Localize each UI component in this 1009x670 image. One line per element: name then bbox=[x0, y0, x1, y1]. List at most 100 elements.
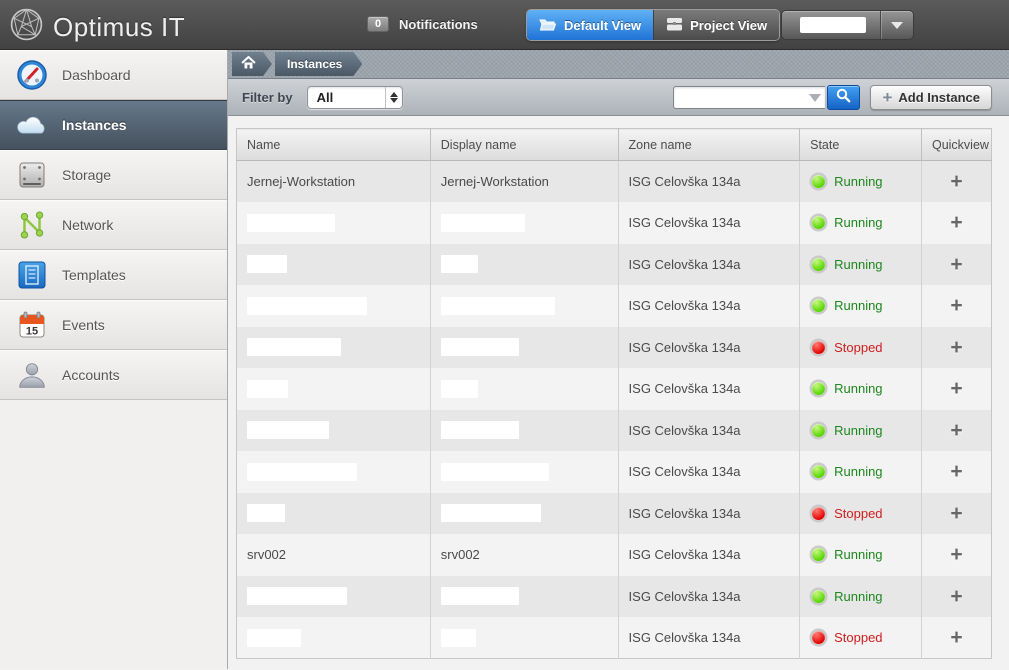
redacted-text bbox=[247, 504, 285, 522]
redacted-text bbox=[247, 297, 367, 315]
table-row[interactable]: ISG Celovška 134aRunning+ bbox=[237, 368, 992, 410]
chevron-down-icon[interactable] bbox=[891, 22, 903, 29]
dashboard-gauge-icon bbox=[14, 57, 50, 93]
quickview-button[interactable]: + bbox=[950, 295, 962, 316]
sidebar-item-dashboard[interactable]: Dashboard bbox=[0, 50, 227, 100]
quickview-cell: + bbox=[921, 368, 991, 410]
add-instance-button[interactable]: + Add Instance bbox=[870, 85, 992, 110]
sidebar-item-network[interactable]: Network bbox=[0, 200, 227, 250]
search-button[interactable] bbox=[827, 85, 860, 110]
state-cell: Running bbox=[800, 244, 922, 286]
state-label: Stopped bbox=[834, 340, 882, 355]
quickview-button[interactable]: + bbox=[950, 171, 962, 192]
tab-default-view[interactable]: Default View bbox=[527, 10, 653, 40]
quickview-cell: + bbox=[921, 327, 991, 369]
quickview-button[interactable]: + bbox=[950, 627, 962, 648]
quickview-cell: + bbox=[921, 244, 991, 286]
sidebar-item-accounts[interactable]: Accounts bbox=[0, 350, 227, 400]
quickview-button[interactable]: + bbox=[950, 378, 962, 399]
sidebar-item-storage[interactable]: Storage bbox=[0, 150, 227, 200]
quickview-button[interactable]: + bbox=[950, 461, 962, 482]
table-row[interactable]: ISG Celovška 134a Running + bbox=[237, 410, 992, 452]
table-row[interactable]: ISG Celovška 134aRunning+ bbox=[237, 451, 992, 493]
filter-select[interactable]: All bbox=[307, 86, 403, 109]
search-dropdown-icon[interactable] bbox=[809, 94, 821, 102]
display-name-cell: srv002 bbox=[430, 534, 618, 576]
sidebar-item-label: Network bbox=[62, 217, 113, 233]
state-dot-icon bbox=[812, 299, 825, 312]
search-input[interactable] bbox=[673, 86, 825, 109]
column-header-state[interactable]: State bbox=[800, 129, 922, 161]
table-row[interactable]: ISG Celovška 134a Running + bbox=[237, 576, 992, 618]
app-title: Optimus IT bbox=[53, 12, 185, 43]
table-row[interactable]: Jernej-WorkstationJernej-WorkstationISG … bbox=[237, 161, 992, 203]
sidebar-item-templates[interactable]: Templates bbox=[0, 250, 227, 300]
column-header-zone-name[interactable]: Zone name bbox=[618, 129, 800, 161]
display-name-cell bbox=[430, 493, 618, 535]
notifications-count-badge[interactable]: 0 bbox=[367, 16, 389, 32]
quickview-button[interactable]: + bbox=[950, 337, 962, 358]
quickview-button[interactable]: + bbox=[950, 212, 962, 233]
quickview-button[interactable]: + bbox=[950, 503, 962, 524]
person-icon bbox=[14, 357, 50, 393]
breadcrumb-item-instances[interactable]: Instances bbox=[275, 52, 362, 76]
table-row[interactable]: srv002srv002ISG Celovška 134aRunning+ bbox=[237, 534, 992, 576]
quickview-button[interactable]: + bbox=[950, 586, 962, 607]
search-box bbox=[673, 86, 821, 109]
table-row[interactable]: ISG Celovška 134aRunning+ bbox=[237, 202, 992, 244]
state-dot-icon bbox=[812, 590, 825, 603]
quickview-button[interactable]: + bbox=[950, 544, 962, 565]
user-menu-button[interactable] bbox=[781, 10, 914, 40]
state-cell: Running bbox=[800, 161, 922, 203]
redacted-text bbox=[441, 629, 476, 647]
column-header-display-name[interactable]: Display name bbox=[430, 129, 618, 161]
redacted-text bbox=[441, 421, 519, 439]
state-label: Running bbox=[834, 547, 882, 562]
sidebar-item-instances[interactable]: Instances bbox=[0, 100, 227, 150]
tab-project-view[interactable]: Project View bbox=[653, 10, 779, 40]
name-cell bbox=[237, 410, 431, 452]
table-row[interactable]: ISG Celovška 134aRunning+ bbox=[237, 285, 992, 327]
breadcrumb-home[interactable] bbox=[232, 52, 272, 76]
display-name-cell bbox=[430, 285, 618, 327]
quickview-cell: + bbox=[921, 493, 991, 535]
zone-cell: ISG Celovška 134a bbox=[618, 327, 800, 369]
zone-cell: ISG Celovška 134a bbox=[618, 410, 800, 452]
state-dot-icon bbox=[812, 424, 825, 437]
state-dot-icon bbox=[812, 465, 825, 478]
zone-cell: ISG Celovška 134a bbox=[618, 202, 800, 244]
display-name-cell bbox=[430, 244, 618, 286]
zone-cell: ISG Celovška 134a bbox=[618, 576, 800, 618]
state-dot-icon bbox=[812, 382, 825, 395]
breadcrumb: Instances bbox=[228, 50, 1009, 79]
quickview-button[interactable]: + bbox=[950, 420, 962, 441]
state-dot-icon bbox=[812, 258, 825, 271]
notifications-label: Notifications bbox=[399, 17, 478, 32]
zone-cell: ISG Celovška 134a bbox=[618, 244, 800, 286]
table-row[interactable]: ISG Celovška 134aStopped+ bbox=[237, 617, 992, 659]
name-cell bbox=[237, 368, 431, 410]
state-cell: Running bbox=[800, 534, 922, 576]
sidebar-item-label: Instances bbox=[62, 117, 127, 133]
state-label: Stopped bbox=[834, 630, 882, 645]
table-row[interactable]: ISG Celovška 134a Stopped + bbox=[237, 327, 992, 369]
user-name-redacted bbox=[800, 17, 866, 33]
main-panel: Instances Filter by All bbox=[228, 50, 1009, 669]
state-label: Running bbox=[834, 589, 882, 604]
network-nodes-icon bbox=[14, 207, 50, 243]
table-row[interactable]: ISG Celovška 134aRunning + bbox=[237, 244, 992, 286]
quickview-cell: + bbox=[921, 202, 991, 244]
display-name-cell: Jernej-Workstation bbox=[430, 161, 618, 203]
sidebar-item-events[interactable]: 15 Events bbox=[0, 300, 227, 350]
sidebar: Dashboard Instances bbox=[0, 50, 228, 669]
quickview-button[interactable]: + bbox=[950, 254, 962, 275]
calendar-icon: 15 bbox=[14, 307, 50, 343]
notifications[interactable]: 0 Notifications bbox=[367, 16, 478, 32]
state-label: Running bbox=[834, 423, 882, 438]
sidebar-item-label: Events bbox=[62, 317, 105, 333]
display-name-cell bbox=[430, 576, 618, 618]
table-row[interactable]: ISG Celovška 134aStopped+ bbox=[237, 493, 992, 535]
column-header-name[interactable]: Name bbox=[237, 129, 431, 161]
zone-cell: ISG Celovška 134a bbox=[618, 368, 800, 410]
state-cell: Stopped bbox=[800, 327, 922, 369]
